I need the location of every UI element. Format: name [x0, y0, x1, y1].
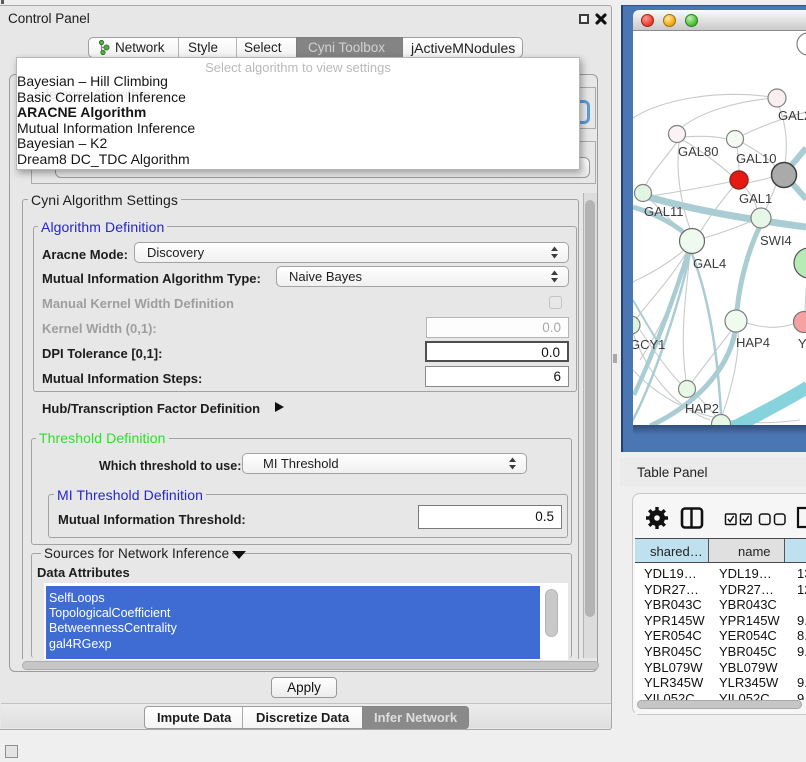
svg-text:GAL10: GAL10 — [736, 151, 776, 166]
svg-text:GAL1: GAL1 — [739, 191, 772, 206]
svg-text:GAL4: GAL4 — [693, 256, 726, 271]
svg-text:GAL2: GAL2 — [778, 108, 806, 123]
svg-text:GAL11: GAL11 — [644, 204, 684, 219]
svg-text:GCY1: GCY1 — [633, 337, 665, 352]
svg-text:GAL80: GAL80 — [678, 144, 718, 159]
svg-text:SWI4: SWI4 — [760, 233, 792, 248]
svg-text:Y: Y — [798, 336, 806, 351]
svg-text:HAP2: HAP2 — [685, 401, 719, 416]
svg-text:HAP4: HAP4 — [736, 335, 770, 350]
